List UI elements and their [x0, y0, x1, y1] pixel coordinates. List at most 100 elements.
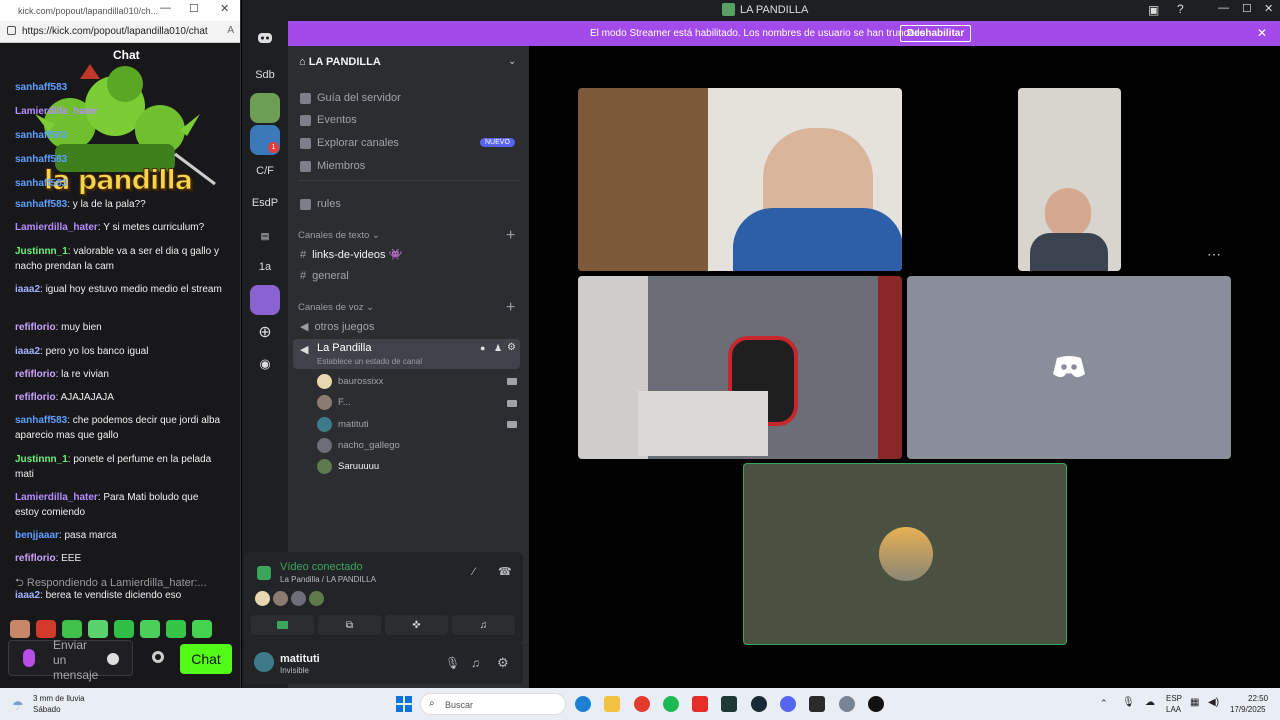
- chat-username[interactable]: Justinnn_1: [15, 454, 68, 465]
- member-f[interactable]: F...: [317, 395, 351, 410]
- add-channel-icon[interactable]: +: [506, 299, 515, 317]
- emote-icon[interactable]: [166, 620, 186, 638]
- youtube-icon[interactable]: [692, 696, 708, 712]
- camera-button[interactable]: [251, 615, 314, 635]
- member-matituti[interactable]: matituti: [317, 417, 369, 432]
- activities-button[interactable]: ✜: [385, 615, 448, 635]
- disconnect-icon[interactable]: ☎: [498, 565, 512, 578]
- taskbar-search[interactable]: ⌕ Buscar: [420, 693, 566, 715]
- emote-icon[interactable]: [88, 620, 108, 638]
- clock-time[interactable]: 22:50: [1248, 694, 1268, 703]
- chat-username[interactable]: sanhaff583: [15, 199, 67, 210]
- invite-icon[interactable]: ♟: [494, 343, 502, 354]
- video-tile-saruuuuu[interactable]: [743, 463, 1067, 645]
- emote-icon[interactable]: [140, 620, 160, 638]
- epic-games-icon[interactable]: [809, 696, 825, 712]
- server-esdp[interactable]: EsdP: [250, 188, 280, 218]
- signal-icon[interactable]: [257, 566, 271, 580]
- user-avatar[interactable]: [254, 652, 274, 672]
- chat-username[interactable]: iaaa2: [15, 284, 40, 295]
- address-bar[interactable]: https://kick.com/popout/lapandilla010/ch…: [0, 21, 240, 43]
- chat-settings-gear-icon[interactable]: [152, 651, 164, 663]
- server-icon[interactable]: [250, 93, 280, 123]
- emote-icon[interactable]: [36, 620, 56, 638]
- chrome-icon[interactable]: [634, 696, 650, 712]
- chat-username[interactable]: Lamierdilla_hater: [15, 492, 98, 503]
- minimize-icon[interactable]: —: [160, 2, 171, 14]
- member-nacho-gallego[interactable]: nacho_gallego: [317, 438, 400, 453]
- reply-username[interactable]: iaaa2: [15, 590, 40, 601]
- obs-icon[interactable]: [868, 696, 884, 712]
- events[interactable]: Eventos: [300, 114, 357, 126]
- cloud-icon[interactable]: ☁: [1145, 697, 1155, 708]
- disable-streamer-button[interactable]: Deshabilitar: [900, 25, 972, 42]
- minimize-icon[interactable]: —: [1218, 2, 1229, 14]
- mic-icon[interactable]: 🎙: [1122, 697, 1135, 708]
- settings-icon[interactable]: [839, 696, 855, 712]
- screen-share-button[interactable]: ⧉: [318, 615, 381, 635]
- app-icon[interactable]: [721, 696, 737, 712]
- server-cf[interactable]: C/F: [250, 156, 280, 186]
- message-input[interactable]: Enviar un mensaje: [8, 638, 133, 682]
- video-location[interactable]: La Pandilla / LA PANDILLA: [280, 575, 376, 584]
- gear-icon[interactable]: ⚙: [507, 342, 516, 353]
- chat-username[interactable]: refiflorio: [15, 553, 56, 564]
- emote-icon[interactable]: [114, 620, 134, 638]
- maximize-icon[interactable]: ☐: [189, 2, 199, 15]
- emoji-icon[interactable]: [107, 653, 119, 665]
- text-category[interactable]: Canales de texto ⌄: [298, 230, 380, 241]
- video-tile-baurossixx[interactable]: [578, 88, 902, 271]
- mic-icon[interactable]: 🎙: [445, 656, 460, 670]
- chat-username[interactable]: sanhaff583: [15, 130, 67, 141]
- video-tile-matituti[interactable]: [578, 276, 902, 459]
- server-guide[interactable]: Guía del servidor: [300, 92, 401, 104]
- video-tile-f[interactable]: [1018, 88, 1121, 271]
- emote-icon[interactable]: [62, 620, 82, 638]
- chevron-up-icon[interactable]: ⌃: [1100, 698, 1108, 709]
- close-banner-icon[interactable]: ✕: [1257, 26, 1267, 40]
- translate-icon[interactable]: A: [227, 25, 234, 36]
- chat-bubble-icon[interactable]: ●: [480, 343, 485, 353]
- voice-otros-juegos[interactable]: ◀ otros juegos: [300, 320, 374, 334]
- network-icon[interactable]: ▦: [1190, 697, 1199, 708]
- inbox-icon[interactable]: ▣: [1148, 3, 1159, 17]
- chat-username[interactable]: Lamierdilla_hater: [15, 106, 98, 117]
- spotify-icon[interactable]: [663, 696, 679, 712]
- emote-icon[interactable]: [10, 620, 30, 638]
- channel-links-de-videos[interactable]: # links-de-videos 👾: [300, 248, 402, 262]
- server-header[interactable]: ⌂ LA PANDILLA: [299, 56, 381, 68]
- steam-icon[interactable]: [751, 696, 767, 712]
- channel-rules[interactable]: rules: [300, 198, 341, 210]
- chat-username[interactable]: iaaa2: [15, 346, 40, 357]
- emote-icon[interactable]: [192, 620, 212, 638]
- members[interactable]: Miembros: [300, 160, 365, 172]
- chat-username[interactable]: Justinnn_1: [15, 246, 68, 257]
- volume-icon[interactable]: ◀): [1208, 697, 1219, 708]
- member-saruuuuu[interactable]: Saruuuuu: [317, 459, 379, 474]
- discover-icon[interactable]: ◉: [250, 349, 280, 379]
- member-baurossixx[interactable]: baurossixx: [317, 374, 383, 389]
- chat-username[interactable]: sanhaff583: [15, 178, 67, 189]
- soundboard-button[interactable]: ♫: [452, 615, 515, 635]
- help-icon[interactable]: ?: [1177, 2, 1184, 16]
- chevron-down-icon[interactable]: ⌄: [508, 56, 516, 67]
- chat-username[interactable]: sanhaff583: [15, 82, 67, 93]
- server-1a[interactable]: 1a: [250, 252, 280, 282]
- lang-text[interactable]: ESP: [1166, 694, 1182, 703]
- server-icon[interactable]: [250, 285, 280, 315]
- chat-username[interactable]: benjjaaar: [15, 530, 59, 541]
- chat-username[interactable]: refiflorio: [15, 369, 56, 380]
- send-chat-button[interactable]: Chat: [180, 644, 232, 674]
- add-server-icon[interactable]: ⊕: [250, 317, 280, 347]
- video-tile-nacho-gallego[interactable]: [907, 276, 1231, 459]
- browse-channels[interactable]: Explorar canales: [300, 137, 399, 149]
- chat-username[interactable]: refiflorio: [15, 392, 56, 403]
- channel-status[interactable]: Establece un estado de canal: [317, 357, 422, 366]
- edge-icon[interactable]: [575, 696, 591, 712]
- voice-category[interactable]: Canales de voz ⌄: [298, 302, 374, 313]
- server-icon[interactable]: ▤: [250, 221, 280, 251]
- voice-la-pandilla[interactable]: ◀ La Pandilla Establece un estado de can…: [293, 339, 520, 369]
- discord-icon[interactable]: [780, 696, 796, 712]
- headphones-icon[interactable]: ♫: [471, 656, 480, 670]
- user-settings-gear-icon[interactable]: ⚙: [497, 655, 509, 671]
